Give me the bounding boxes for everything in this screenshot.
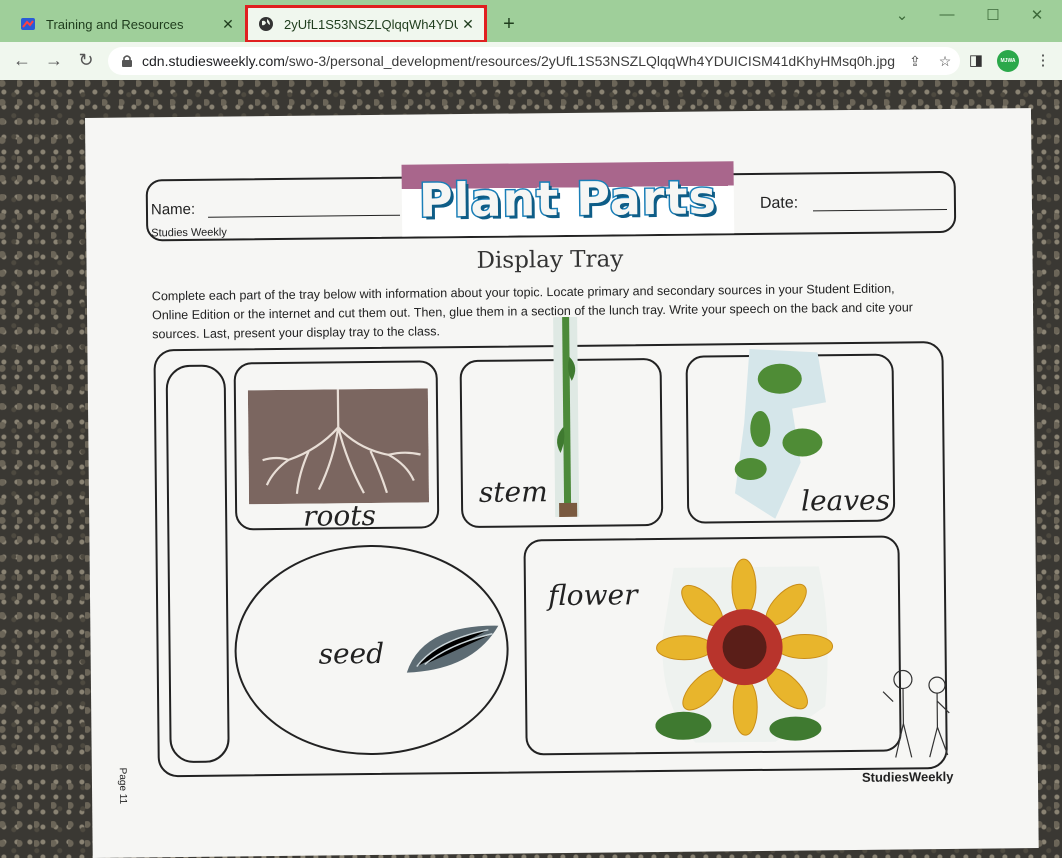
date-label: Date: [759,194,799,212]
menu-kebab-icon[interactable]: ⋮ [1032,51,1054,69]
footer-brand: StudiesWeekly [861,768,954,785]
worksheet-title: Plant Parts [417,169,718,229]
close-window-button[interactable]: ✕ [1022,6,1052,24]
back-arrow-icon[interactable]: ← [10,50,34,71]
bookmark-star-icon[interactable]: ☆ [930,53,960,70]
worksheet-photo: Name: Studies Weekly Plant Parts Date: D… [85,108,1039,858]
studiesweekly-favicon-icon [21,18,35,30]
sunflower-picture [655,558,834,743]
name-label: Name: [150,200,196,219]
reload-icon[interactable]: ↻ [74,50,98,71]
browser-toolbar: ← → ↻ cdn.studiesweekly.com/swo-3/person… [0,42,1062,80]
close-tab-icon[interactable]: ✕ [218,16,238,33]
seed-picture [406,625,499,673]
tray-side-slot [165,364,230,764]
tab-title: Training and Resources [46,16,184,32]
roots-picture [247,388,430,505]
seed-label: seed [318,636,385,671]
stem-label: stem [478,475,548,509]
brand-small: Studies Weekly [151,226,227,240]
stem-picture [553,316,580,518]
page-number: Page 11 [116,767,129,805]
profile-avatar[interactable]: MJWA [997,50,1019,72]
active-tab-highlight [245,5,487,43]
image-viewport: Name: Studies Weekly Plant Parts Date: D… [0,80,1062,858]
title-banner: Plant Parts [401,161,735,237]
cartoon-kids-picture [882,669,950,758]
share-icon[interactable]: ⇪ [900,53,930,70]
minimize-button[interactable]: — [932,6,962,23]
tab-search-icon[interactable]: ⌄ [887,6,917,24]
url-text: cdn.studiesweekly.com/swo-3/personal_dev… [142,53,900,69]
leaves-label: leaves [800,483,891,518]
subtitle: Display Tray [476,246,624,274]
side-panel-icon[interactable]: ◨ [965,51,987,69]
lock-icon [122,55,132,67]
maximize-button[interactable]: ☐ [978,6,1008,24]
forward-arrow-icon[interactable]: → [42,50,66,71]
instructions: Complete each part of the tray below wit… [151,281,913,342]
tab-training-and-resources[interactable]: Training and Resources ✕ [8,6,246,42]
url-path: /swo-3/personal_development/resources/2y… [284,53,895,69]
url-host: cdn.studiesweekly.com [142,53,285,69]
roots-label: roots [303,498,377,533]
new-tab-button[interactable]: + [498,13,520,35]
address-bar[interactable]: cdn.studiesweekly.com/swo-3/personal_dev… [108,47,960,75]
flower-label: flower [547,578,638,613]
lunch-tray: roots stem leaves seed flower [153,316,948,778]
tab-strip: Training and Resources ✕ 2yUfL1S53NSZLQl… [0,0,1062,43]
